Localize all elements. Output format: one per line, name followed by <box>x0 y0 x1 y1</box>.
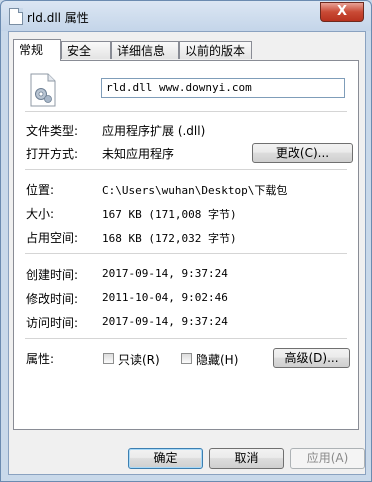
separator <box>25 253 347 254</box>
file-type-label: 文件类型: <box>26 124 79 138</box>
size-on-disk-value: 168 KB (172,032 字节) <box>102 232 237 245</box>
accessed-label: 访问时间: <box>26 316 79 330</box>
change-button[interactable]: 更改(C)... <box>252 143 353 163</box>
modified-label: 修改时间: <box>26 292 79 306</box>
ok-button[interactable]: 确定 <box>128 448 203 469</box>
separator <box>25 111 347 112</box>
location-label: 位置: <box>26 183 55 197</box>
file-name-input[interactable]: rld.dll www.downyi.com <box>101 78 345 98</box>
tab-previous-versions[interactable]: 以前的版本 <box>179 41 252 59</box>
file-type-value: 应用程序扩展 (.dll) <box>102 124 206 138</box>
separator <box>25 338 347 339</box>
modified-value: 2011-10-04, 9:02:46 <box>102 291 228 304</box>
location-value: C:\Users\wuhan\Desktop\下载包 <box>102 184 288 197</box>
readonly-label[interactable]: 只读(R) <box>118 351 160 368</box>
opens-with-value: 未知应用程序 <box>102 147 175 161</box>
attributes-label: 属性: <box>26 352 55 366</box>
created-label: 创建时间: <box>26 268 79 282</box>
tab-details[interactable]: 详细信息 <box>111 41 179 59</box>
hidden-checkbox[interactable] <box>181 353 192 364</box>
size-value: 167 KB (171,008 字节) <box>102 208 237 221</box>
size-on-disk-label: 占用空间: <box>26 231 79 245</box>
advanced-button[interactable]: 高级(D)... <box>273 348 350 368</box>
hidden-label[interactable]: 隐藏(H) <box>196 351 238 368</box>
dialog-client-area: 常规 安全 详细信息 以前的版本 rld.dll www.downyi.com … <box>8 31 366 475</box>
separator <box>25 169 347 170</box>
opens-with-label: 打开方式: <box>26 147 79 161</box>
created-value: 2017-09-14, 9:37:24 <box>102 267 228 280</box>
properties-window: rld.dll 属性 X 常规 安全 详细信息 以前的版本 rld.dll ww… <box>0 0 372 482</box>
cancel-button[interactable]: 取消 <box>209 448 284 469</box>
tab-general[interactable]: 常规 <box>13 39 61 61</box>
readonly-checkbox[interactable] <box>103 353 114 364</box>
apply-button[interactable]: 应用(A) <box>290 448 365 469</box>
tab-security[interactable]: 安全 <box>61 41 111 59</box>
dll-file-icon <box>30 73 56 107</box>
accessed-value: 2017-09-14, 9:37:24 <box>102 315 228 328</box>
close-button[interactable]: X <box>320 2 364 22</box>
general-tab-panel: rld.dll www.downyi.com 文件类型: 应用程序扩展 (.dl… <box>13 60 359 430</box>
size-label: 大小: <box>26 207 55 221</box>
file-icon-small <box>9 8 23 25</box>
window-title: rld.dll 属性 <box>27 11 89 25</box>
